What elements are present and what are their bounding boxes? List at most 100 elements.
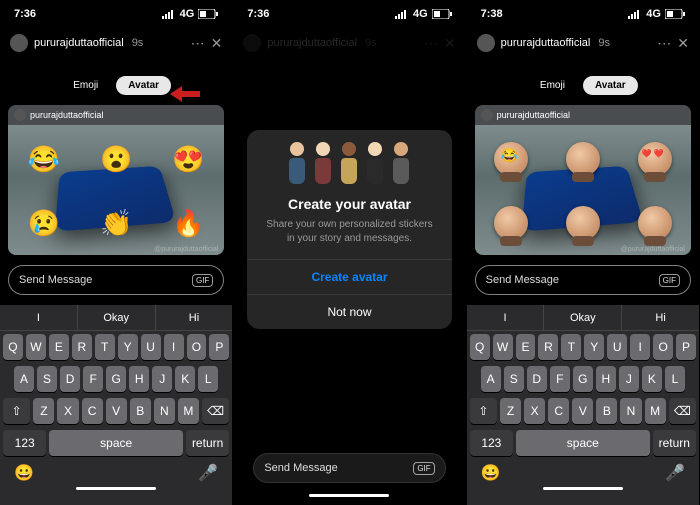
tab-emoji[interactable]: Emoji (61, 76, 110, 95)
avatar-reaction-cry[interactable] (494, 206, 528, 240)
key-space[interactable]: space (49, 430, 183, 456)
key-g[interactable]: G (106, 366, 126, 392)
key-y[interactable]: Y (118, 334, 138, 360)
avatar-reaction-laugh[interactable] (494, 142, 528, 176)
key-return[interactable]: return (653, 430, 696, 456)
key-a[interactable]: A (14, 366, 34, 392)
username[interactable]: pururajduttaofficial (34, 37, 124, 49)
tab-avatar[interactable]: Avatar (583, 76, 638, 95)
gif-button[interactable]: GIF (192, 274, 213, 287)
tab-avatar[interactable]: Avatar (116, 76, 171, 95)
emoji-keyboard-icon[interactable]: 😀 (481, 463, 501, 483)
key-j[interactable]: J (619, 366, 639, 392)
dictation-icon[interactable]: 🎤 (665, 463, 685, 483)
key-q[interactable]: Q (470, 334, 490, 360)
story-content[interactable]: pururajduttaofficial @pururajduttaoffici… (475, 105, 691, 255)
home-indicator[interactable] (76, 487, 156, 490)
reaction-emoji[interactable]: 😮 (100, 144, 132, 175)
key-w[interactable]: W (26, 334, 46, 360)
key-o[interactable]: O (653, 334, 673, 360)
gif-button[interactable]: GIF (413, 462, 434, 475)
key-s[interactable]: S (37, 366, 57, 392)
key-n[interactable]: N (620, 398, 641, 424)
key-p[interactable]: P (209, 334, 229, 360)
key-h[interactable]: H (596, 366, 616, 392)
key-r[interactable]: R (538, 334, 558, 360)
suggestion[interactable]: I (0, 305, 78, 330)
key-d[interactable]: D (527, 366, 547, 392)
key-f[interactable]: F (83, 366, 103, 392)
reaction-emoji[interactable]: 🔥 (172, 208, 204, 239)
key-x[interactable]: X (57, 398, 78, 424)
key-n[interactable]: N (154, 398, 175, 424)
send-message-input[interactable]: Send Message GIF (475, 265, 691, 295)
key-x[interactable]: X (524, 398, 545, 424)
key-numeric[interactable]: 123 (470, 430, 513, 456)
key-l[interactable]: L (665, 366, 685, 392)
key-j[interactable]: J (152, 366, 172, 392)
tab-emoji[interactable]: Emoji (528, 76, 577, 95)
key-o[interactable]: O (187, 334, 207, 360)
key-y[interactable]: Y (584, 334, 604, 360)
send-message-input[interactable]: Send Message GIF (253, 453, 445, 483)
key-q[interactable]: Q (3, 334, 23, 360)
key-space[interactable]: space (516, 430, 650, 456)
key-e[interactable]: E (516, 334, 536, 360)
reaction-emoji[interactable]: 😂 (28, 144, 60, 175)
key-numeric[interactable]: 123 (3, 430, 46, 456)
more-icon[interactable]: ⋯ (191, 35, 205, 52)
key-backspace[interactable]: ⌫ (202, 398, 229, 424)
key-u[interactable]: U (607, 334, 627, 360)
close-icon[interactable]: ✕ (677, 35, 689, 52)
key-c[interactable]: C (548, 398, 569, 424)
username[interactable]: pururajduttaofficial (501, 37, 591, 49)
key-m[interactable]: M (645, 398, 666, 424)
create-avatar-button[interactable]: Create avatar (247, 259, 451, 294)
key-l[interactable]: L (198, 366, 218, 392)
reaction-emoji[interactable]: 👏 (100, 208, 132, 239)
key-w[interactable]: W (493, 334, 513, 360)
suggestion[interactable]: I (467, 305, 545, 330)
suggestion[interactable]: Okay (544, 305, 622, 330)
avatar-reaction-cheer[interactable] (638, 206, 672, 240)
dictation-icon[interactable]: 🎤 (198, 463, 218, 483)
story-content[interactable]: pururajduttaofficial 😂 😮 😍 😢 👏 🔥 @purura… (8, 105, 224, 255)
key-i[interactable]: I (630, 334, 650, 360)
avatar[interactable] (477, 34, 495, 52)
emoji-keyboard-icon[interactable]: 😀 (14, 463, 34, 483)
key-shift[interactable]: ⇧ (3, 398, 30, 424)
key-i[interactable]: I (164, 334, 184, 360)
key-f[interactable]: F (550, 366, 570, 392)
not-now-button[interactable]: Not now (247, 294, 451, 329)
close-icon[interactable]: ✕ (211, 35, 223, 52)
home-indicator[interactable] (543, 487, 623, 490)
more-icon[interactable]: ⋯ (657, 35, 671, 52)
key-return[interactable]: return (186, 430, 229, 456)
key-b[interactable]: B (130, 398, 151, 424)
suggestion[interactable]: Hi (622, 305, 699, 330)
key-h[interactable]: H (129, 366, 149, 392)
avatar-reaction-clap[interactable] (566, 206, 600, 240)
key-v[interactable]: V (572, 398, 593, 424)
key-m[interactable]: M (178, 398, 199, 424)
key-d[interactable]: D (60, 366, 80, 392)
key-z[interactable]: Z (33, 398, 54, 424)
key-s[interactable]: S (504, 366, 524, 392)
home-indicator[interactable] (309, 494, 389, 497)
key-p[interactable]: P (676, 334, 696, 360)
key-e[interactable]: E (49, 334, 69, 360)
key-a[interactable]: A (481, 366, 501, 392)
key-c[interactable]: C (82, 398, 103, 424)
key-z[interactable]: Z (500, 398, 521, 424)
key-b[interactable]: B (596, 398, 617, 424)
send-message-input[interactable]: Send Message GIF (8, 265, 224, 295)
reaction-emoji[interactable]: 😢 (28, 208, 60, 239)
key-t[interactable]: T (95, 334, 115, 360)
avatar-reaction-heart-eyes[interactable] (638, 142, 672, 176)
suggestion[interactable]: Okay (78, 305, 156, 330)
key-t[interactable]: T (561, 334, 581, 360)
key-g[interactable]: G (573, 366, 593, 392)
key-r[interactable]: R (72, 334, 92, 360)
key-backspace[interactable]: ⌫ (669, 398, 696, 424)
suggestion[interactable]: Hi (156, 305, 233, 330)
